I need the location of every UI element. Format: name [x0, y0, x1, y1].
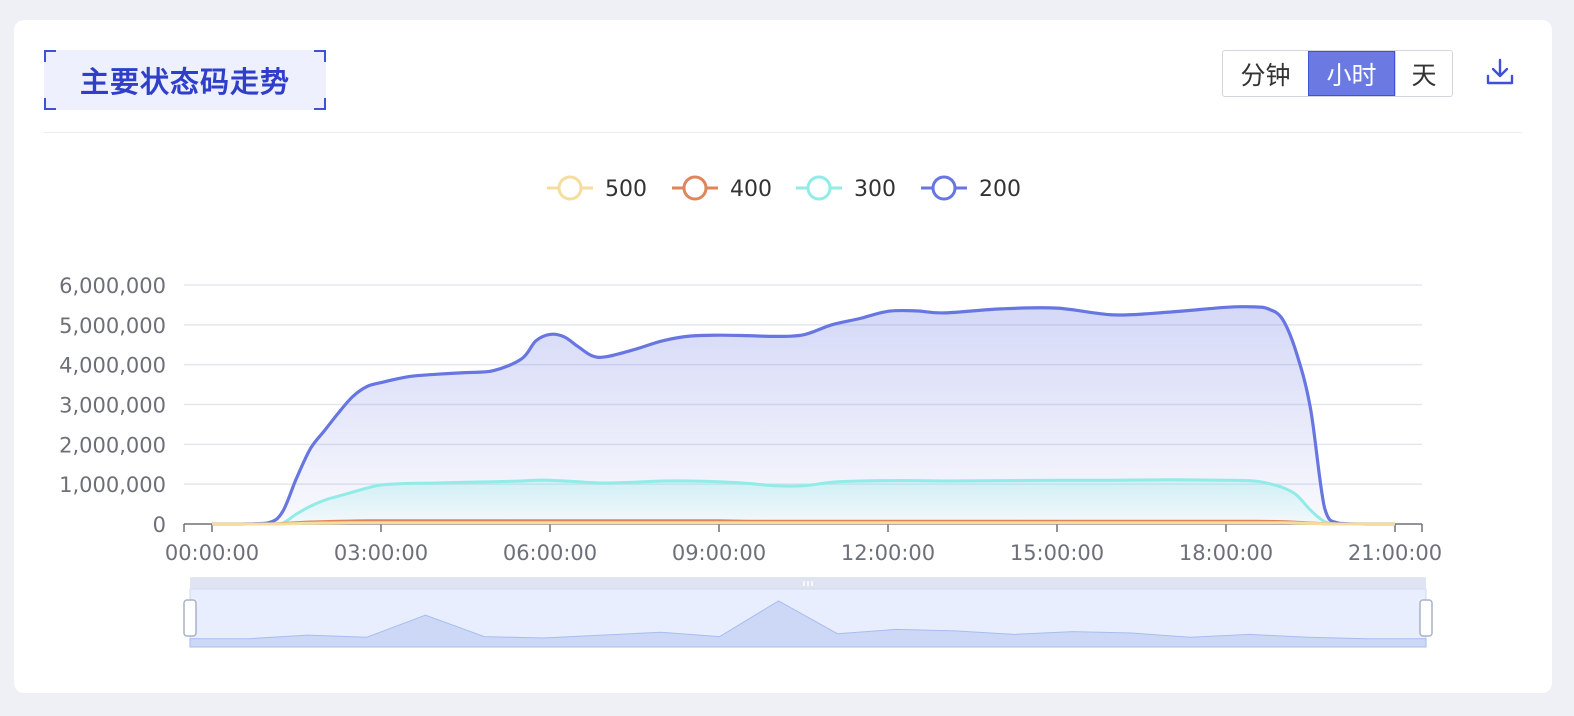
legend-item-200: 200: [921, 175, 1021, 202]
y-tick-label: 4,000,000: [59, 354, 166, 378]
x-tick-label: 12:00:00: [841, 541, 935, 565]
series-500-line: [212, 521, 1395, 526]
legend-swatch-marker: [682, 175, 708, 201]
datazoom-start-handle[interactable]: [183, 599, 197, 637]
x-tick-label: 03:00:00: [334, 541, 428, 565]
x-tick-label: 15:00:00: [1010, 541, 1104, 565]
y-tick-label: 1,000,000: [59, 473, 166, 497]
y-tick-label: 6,000,000: [59, 274, 166, 298]
datazoom-end-handle[interactable]: [1419, 599, 1433, 637]
x-tick-label: 21:00:00: [1348, 541, 1442, 565]
legend-label: 400: [730, 177, 772, 202]
legend-swatch-marker: [931, 175, 957, 201]
legend-swatch-marker: [806, 175, 832, 201]
y-tick-label: 0: [153, 513, 166, 537]
y-tick-label: 5,000,000: [59, 314, 166, 338]
status-code-chart: 0 1,000,000 2,000,000 3,000,000 4,000,000 5,0…: [59, 175, 1442, 648]
legend-label: 200: [979, 177, 1021, 202]
x-tick-label: 00:00:00: [165, 541, 259, 565]
legend-label: 300: [854, 177, 896, 202]
x-tick-label: 18:00:00: [1179, 541, 1273, 565]
y-tick-label: 2,000,000: [59, 433, 166, 457]
legend-label: 500: [605, 177, 647, 202]
legend-item-300: 300: [796, 175, 896, 202]
legend-item-500: 500: [547, 175, 647, 202]
legend-item-400: 400: [672, 175, 772, 202]
x-tick-label: 06:00:00: [503, 541, 597, 565]
x-tick-label: 09:00:00: [672, 541, 766, 565]
y-tick-label: 3,000,000: [59, 394, 166, 418]
legend-swatch-marker: [557, 175, 583, 201]
